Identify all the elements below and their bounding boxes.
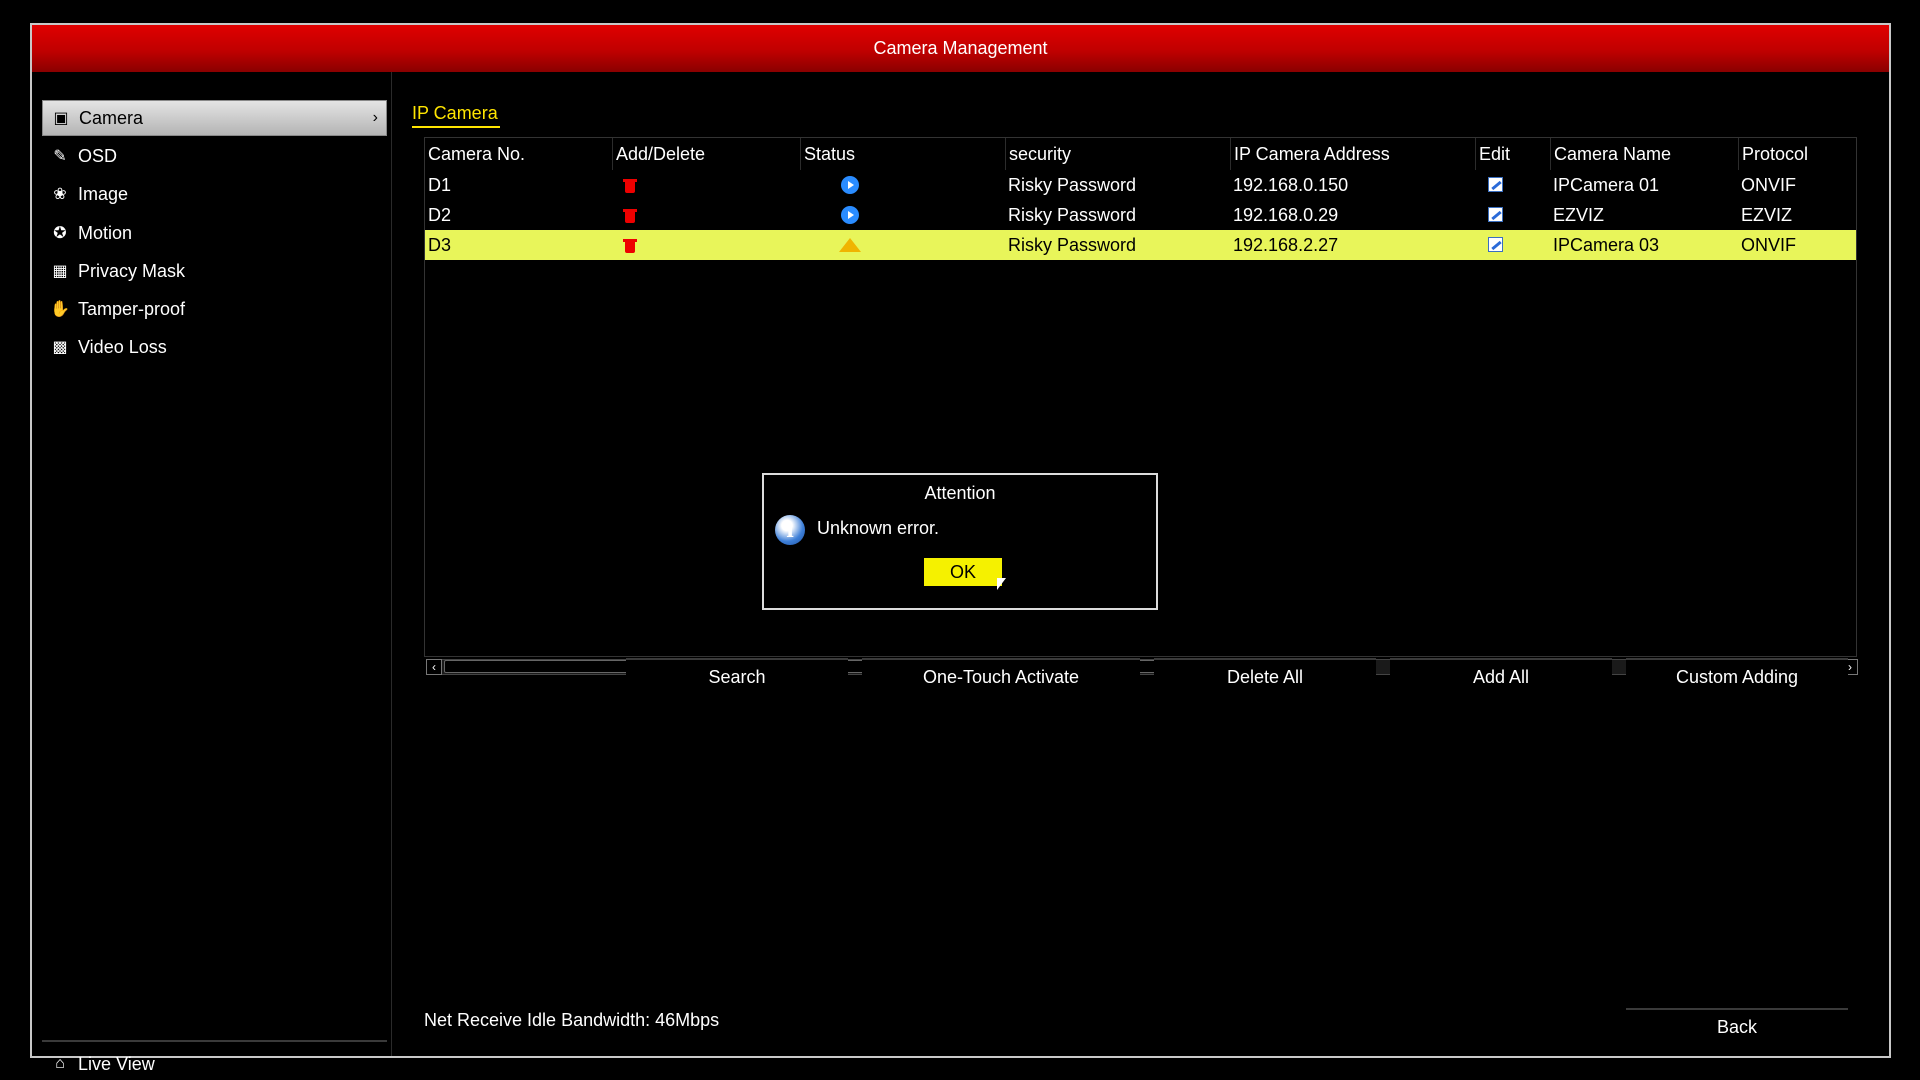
bandwidth-status: Net Receive Idle Bandwidth: 46Mbps <box>424 1010 720 1030</box>
sidebar-item-label: Camera <box>79 107 144 128</box>
play-icon[interactable] <box>838 200 859 230</box>
mouse-cursor-icon <box>997 578 1006 590</box>
col-ip-address: IP Camera Address <box>1230 138 1390 170</box>
sidebar: ▣ Camera › ✎ OSD ❀ Image ✪ Motion ▦ Priv… <box>32 72 392 1074</box>
sidebar-item-tamper-proof[interactable]: ✋ Tamper-proof <box>42 291 387 327</box>
col-camera-name: Camera Name <box>1550 138 1671 170</box>
cell-security: Risky Password <box>1008 175 1137 195</box>
search-button[interactable]: Search <box>626 658 848 692</box>
image-icon: ❀ <box>53 186 67 203</box>
cell-camera-name: IPCamera 03 <box>1553 235 1660 255</box>
privacy-mask-icon: ▦ <box>52 263 68 280</box>
delete-all-button[interactable]: Delete All <box>1154 658 1376 692</box>
live-view-label: Live View <box>78 1053 155 1074</box>
delete-icon[interactable] <box>620 200 637 230</box>
ok-button[interactable]: OK <box>924 558 1002 586</box>
live-view-button[interactable]: ⌂ Live View <box>42 1046 387 1080</box>
one-touch-activate-button[interactable]: One-Touch Activate <box>862 658 1140 692</box>
cell-security: Risky Password <box>1008 235 1137 255</box>
scroll-left-icon[interactable]: ‹ <box>426 659 442 675</box>
motion-icon: ✪ <box>53 225 67 242</box>
attention-dialog: Attention i Unknown error. OK <box>762 473 1158 610</box>
cell-ip-address: 192.168.2.27 <box>1233 235 1339 255</box>
camera-management-window: Camera Management ▣ Camera › ✎ OSD ❀ Ima… <box>30 23 1891 1074</box>
sidebar-item-image[interactable]: ❀ Image <box>42 176 387 212</box>
add-all-button[interactable]: Add All <box>1390 658 1612 692</box>
edit-icon[interactable] <box>1485 200 1503 230</box>
sidebar-item-video-loss[interactable]: ▩ Video Loss <box>42 329 387 365</box>
edit-icon[interactable] <box>1485 170 1503 200</box>
cell-ip-address: 192.168.0.150 <box>1233 175 1349 195</box>
sidebar-item-label: Image <box>78 183 129 204</box>
sidebar-item-motion[interactable]: ✪ Motion <box>42 215 387 251</box>
cell-protocol: ONVIF <box>1741 235 1797 255</box>
col-camera-no: Camera No. <box>428 144 526 164</box>
sidebar-item-camera[interactable]: ▣ Camera › <box>42 100 387 136</box>
col-security: security <box>1005 138 1071 170</box>
cell-camera-no: D2 <box>428 205 452 225</box>
edit-icon[interactable] <box>1485 230 1503 260</box>
col-protocol: Protocol <box>1738 138 1808 170</box>
chevron-right-icon: › <box>372 109 378 126</box>
cell-camera-no: D3 <box>428 235 452 255</box>
custom-adding-button[interactable]: Custom Adding <box>1626 658 1848 692</box>
sidebar-item-label: Motion <box>78 222 133 243</box>
sidebar-item-label: Video Loss <box>78 336 167 357</box>
sidebar-item-label: OSD <box>78 145 118 166</box>
back-button[interactable]: Back <box>1626 1008 1848 1042</box>
cell-protocol: EZVIZ <box>1741 205 1793 225</box>
cell-camera-no: D1 <box>428 175 452 195</box>
sidebar-item-osd[interactable]: ✎ OSD <box>42 138 387 174</box>
tab-ip-camera[interactable]: IP Camera <box>412 103 500 128</box>
delete-icon[interactable] <box>620 170 637 200</box>
window-title: Camera Management <box>32 25 1889 72</box>
video-loss-icon: ▩ <box>52 339 68 356</box>
sidebar-item-privacy-mask[interactable]: ▦ Privacy Mask <box>42 253 387 289</box>
sidebar-divider <box>42 1040 387 1042</box>
table-header: Camera No. Add/Delete Status security IP… <box>425 138 1856 170</box>
osd-icon: ✎ <box>53 148 67 165</box>
cell-ip-address: 192.168.0.29 <box>1233 205 1339 225</box>
col-edit: Edit <box>1475 138 1510 170</box>
warning-icon[interactable] <box>836 230 861 260</box>
tamper-proof-icon: ✋ <box>50 301 70 318</box>
home-icon: ⌂ <box>55 1055 65 1072</box>
dialog-message: Unknown error. <box>817 518 940 538</box>
cell-protocol: ONVIF <box>1741 175 1797 195</box>
cell-security: Risky Password <box>1008 205 1137 225</box>
sidebar-item-label: Privacy Mask <box>78 260 186 281</box>
dialog-title: Attention <box>924 483 996 503</box>
cell-camera-name: EZVIZ <box>1553 205 1605 225</box>
col-status: Status <box>800 138 855 170</box>
sidebar-item-label: Tamper-proof <box>78 298 186 319</box>
play-icon[interactable] <box>838 170 859 200</box>
cell-camera-name: IPCamera 01 <box>1553 175 1660 195</box>
table-row[interactable]: D2 Risky Password 192.168.0.29 EZVIZ EZV… <box>425 200 1856 230</box>
camera-icon: ▣ <box>53 110 69 127</box>
info-icon: i <box>775 515 805 545</box>
table-row[interactable]: D1 Risky Password 192.168.0.150 IPCamera… <box>425 170 1856 200</box>
table-row-selected[interactable]: D3 Risky Password 192.168.2.27 IPCamera … <box>425 230 1856 260</box>
col-add-delete: Add/Delete <box>612 138 705 170</box>
delete-icon[interactable] <box>620 230 637 260</box>
